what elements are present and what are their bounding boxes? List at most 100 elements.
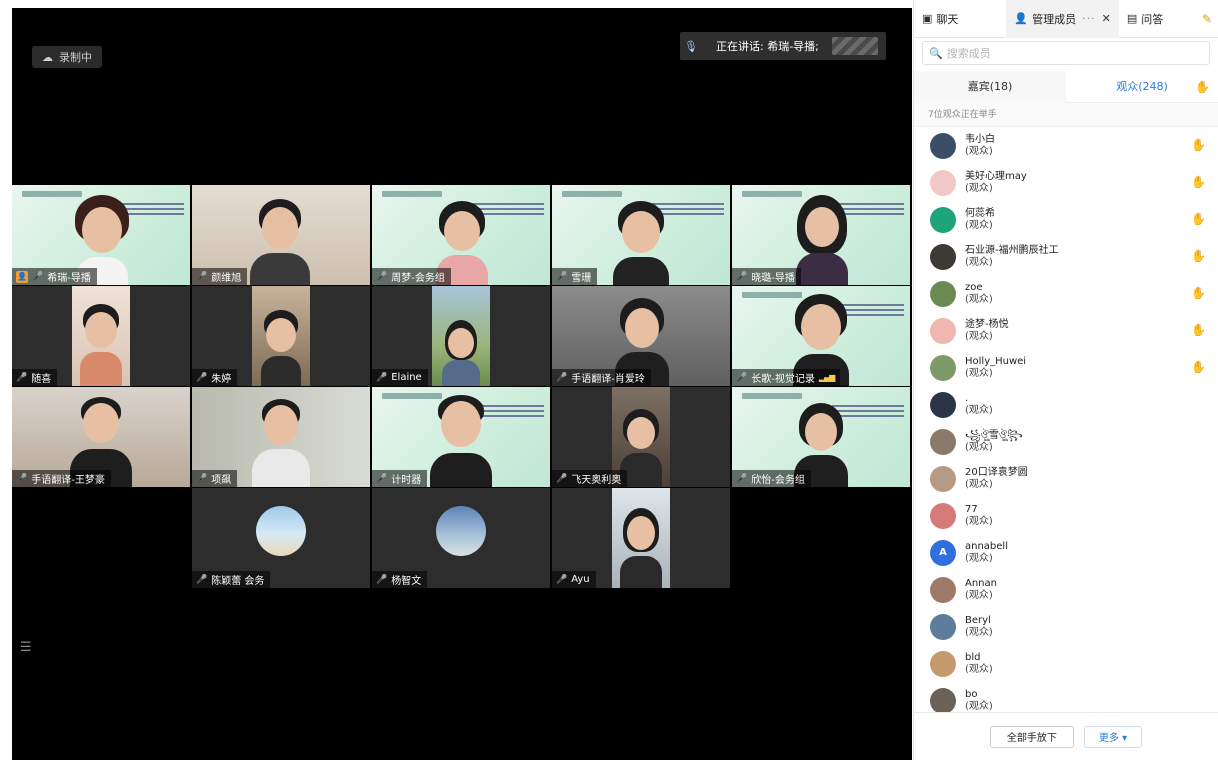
lower-all-hands-button[interactable]: 全部手放下 [989,725,1074,748]
video-tile[interactable]: 🎤 计时器 [372,387,550,487]
avatar [930,428,956,455]
avatar [930,502,956,529]
member-info: annabell (观众) [965,541,1008,565]
member-name: 77 [965,503,978,515]
video-tile[interactable]: 🎤 随喜 [12,286,190,386]
member-row[interactable]: 77 (观众) [914,497,1218,534]
member-role: (观众) [965,441,993,453]
chat-icon: ▣ [922,12,933,25]
member-info: ꧁ঔৣ雪ঔৣ꧂ (观众) [965,430,1023,454]
microphone-muted-icon: 🎤 [376,372,388,383]
microphone-muted-icon: 🎤 [196,473,208,484]
video-tile[interactable]: 🎤 Elaine [372,286,550,386]
participant-name: 长歌-视觉记录 [751,374,815,385]
search-field[interactable]: 🔍 [922,41,1210,65]
more-button[interactable]: 更多 ▾ [1083,725,1143,748]
member-row[interactable]: bld (观众) [914,645,1218,682]
video-tile[interactable]: 🎤 项飙 [192,387,370,487]
microphone-muted-icon: 🎤 [16,372,28,383]
video-tile[interactable]: 🎤 雪珊 [552,185,730,285]
video-tile[interactable]: 🎤 朱婷 [192,286,370,386]
member-row[interactable]: 石业源-福州鹏辰社工 (观众) ✋ [914,238,1218,275]
close-icon[interactable]: ✕ [1102,12,1111,25]
raised-hand-icon[interactable]: ✋ [1191,323,1206,337]
microphone-muted-icon: 🎤 [376,574,388,585]
tab-manage-members[interactable]: 👤 管理成员 ··· ✕ [1006,0,1119,38]
participant-name: 杨智文 [391,576,422,587]
raised-hand-icon[interactable]: ✋ [1191,212,1206,226]
participant-label: 🎤 计时器 [372,470,428,487]
member-row[interactable]: . (观众) [914,386,1218,423]
search-input[interactable] [946,46,1203,60]
tab-guests[interactable]: 嘉宾(18) [914,70,1066,103]
member-row[interactable]: zoe (观众) ✋ [914,275,1218,312]
participant-name: 希瑞-导播 [47,273,91,284]
participant-label: 🎤 周梦-会务组 [372,268,451,285]
video-tile[interactable]: 🎤 杨智文 [372,488,550,588]
raised-hand-icon[interactable]: ✋ [1191,138,1206,152]
participant-label: 🎤 手语翻译-王梦豪 [12,470,111,487]
active-speaker-bar: 🎙 正在讲话: 希瑞-导播; [680,32,886,60]
member-role: (观众) [965,589,993,601]
member-row[interactable]: Holly_Huwei (观众) ✋ [914,349,1218,386]
video-tile[interactable]: 🎤 Ayu [552,488,730,588]
list-view-icon[interactable]: ☰ [20,640,32,655]
video-tile[interactable]: 🎤 颜维旭 [192,185,370,285]
participant-label: 🎤 Ayu [552,571,596,588]
tab-qa[interactable]: ▤ 问答 [1119,0,1171,38]
raised-hand-icon[interactable]: ✋ [1191,360,1206,374]
member-row[interactable]: 途梦-杨悦 (观众) ✋ [914,312,1218,349]
member-name: annabell [965,540,1008,552]
cloud-icon: ☁ [42,50,53,64]
member-role: (观众) [965,330,993,342]
host-badge-icon: 👤 [16,270,28,283]
tab-label: 聊天 [936,12,959,26]
member-info: zoe (观众) [965,282,993,306]
member-info: 何蕊希 (观众) [965,208,995,232]
recording-indicator[interactable]: ☁ 录制中 [32,46,102,68]
tab-chat[interactable]: ▣ 聊天 [914,0,966,38]
video-tile[interactable]: 🎤 手语翻译-肖爱玲 [552,286,730,386]
participant-label: 🎤 雪珊 [552,268,598,285]
member-row[interactable]: 美好心理may (观众) ✋ [914,164,1218,201]
video-tile[interactable]: 🎤 欣怡-会务组 [732,387,910,487]
video-tile[interactable]: 🎤 陈颖蕾 会务 [192,488,370,588]
member-row[interactable]: 20口译袁梦圆 (观众) [914,460,1218,497]
member-panel: ▣ 聊天 👤 管理成员 ··· ✕ ▤ 问答 ✎ 🔍 嘉宾(18) 观众(248… [913,0,1218,760]
member-row[interactable]: 何蕊希 (观众) ✋ [914,201,1218,238]
video-tile[interactable]: 🎤 长歌-视觉记录 ▂▄▆ [732,286,910,386]
video-tile[interactable]: 👤 🎤 希瑞-导播 [12,185,190,285]
member-role: (观众) [965,293,993,305]
tab-label: 管理成员 [1032,12,1077,26]
raised-hand-icon[interactable]: ✋ [1191,175,1206,189]
participant-name: 朱婷 [211,374,232,385]
notes-icon[interactable]: ✎ [1202,12,1218,26]
member-row[interactable]: ꧁ঔৣ雪ঔৣ꧂ (观众) [914,423,1218,460]
member-name: 何蕊希 [965,207,995,219]
signal-strength-icon: ▂▄▆ [818,373,836,382]
video-tile[interactable]: 🎤 手语翻译-王梦豪 [12,387,190,487]
participant-name: 晓璐-导播 [751,273,795,284]
participant-label: 🎤 手语翻译-肖爱玲 [552,369,651,386]
participant-label: 🎤 陈颖蕾 会务 [192,571,271,588]
member-row[interactable]: Beryl (观众) [914,608,1218,645]
microphone-icon: 🎙 [684,39,698,53]
member-name: 石业源-福州鹏辰社工 [965,244,1059,256]
member-info: 石业源-福州鹏辰社工 (观众) [965,245,1059,269]
video-tile[interactable]: 🎤 周梦-会务组 [372,185,550,285]
video-tile[interactable]: 🎤 晓璐-导播 [732,185,910,285]
raised-hand-icon[interactable]: ✋ [1195,80,1210,94]
more-icon[interactable]: ··· [1082,12,1096,25]
microphone-muted-icon: 🎤 [556,372,568,383]
avatar [930,650,956,677]
raised-hand-icon[interactable]: ✋ [1191,249,1206,263]
member-row[interactable]: Annan (观众) [914,571,1218,608]
video-tile[interactable]: 🎤 飞天奥利奥 [552,387,730,487]
microphone-muted-icon: 🎤 [556,271,568,282]
member-row[interactable]: Aannabell (观众) [914,534,1218,571]
member-info: 美好心理may (观众) [965,171,1027,195]
member-name: zoe [965,281,983,293]
microphone-muted-icon: 🎤 [376,271,388,282]
member-row[interactable]: 韦小白 (观众) ✋ [914,127,1218,164]
raised-hand-icon[interactable]: ✋ [1191,286,1206,300]
